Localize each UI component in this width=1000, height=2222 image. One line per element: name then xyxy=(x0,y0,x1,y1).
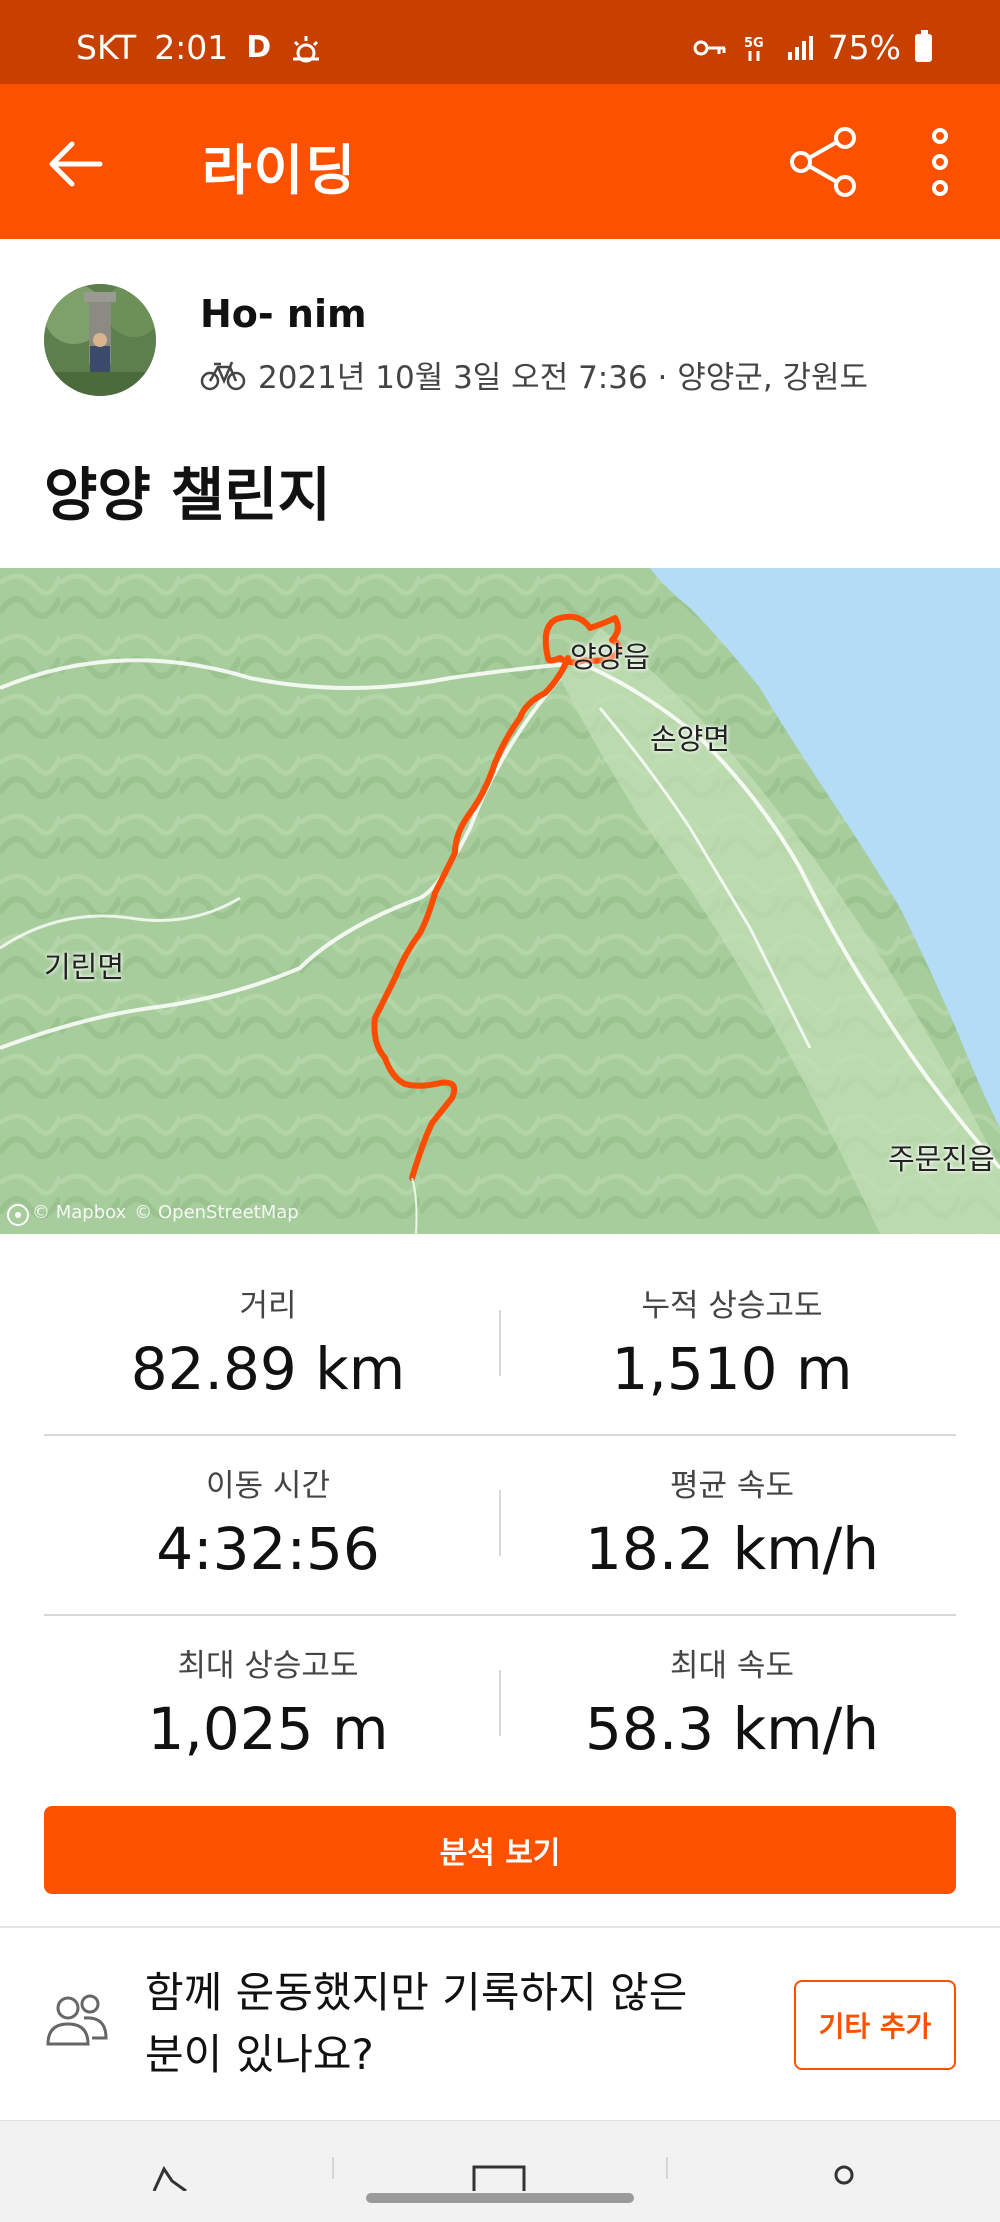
bottom-navigation xyxy=(0,2120,1000,2222)
activity-meta: 2021년 10월 3일 오전 7:36 · 양양군, 강원도 xyxy=(200,352,868,397)
map-label-sonyang: 손양면 xyxy=(650,722,731,756)
key-icon xyxy=(693,40,726,55)
nav-divider xyxy=(332,2157,334,2179)
d-badge: D xyxy=(246,30,272,65)
row-divider xyxy=(44,1614,956,1616)
stat-value: 82.89 km xyxy=(130,1335,406,1403)
athlete-name[interactable]: Ho- nim xyxy=(200,292,367,336)
profile-tab-icon[interactable] xyxy=(820,2163,860,2193)
stat-avg-speed: 평균 속도 18.2 km/h xyxy=(482,1460,982,1583)
stat-value: 1,025 m xyxy=(147,1695,389,1763)
signal-icon xyxy=(787,35,813,60)
prompt-line-2: 분이 있나요? xyxy=(145,2030,374,2079)
more-vertical-icon[interactable] xyxy=(920,124,960,200)
status-bar: SKT 2:01 D 5G 75% xyxy=(0,0,1000,84)
stat-value: 18.2 km/h xyxy=(585,1515,879,1583)
app-bar: 라이딩 xyxy=(0,84,1000,239)
route-map[interactable]: 양양읍 손양면 기린면 주문진읍 xyxy=(0,568,1000,1234)
arrow-left-icon[interactable] xyxy=(40,129,110,199)
5g-icon: 5G xyxy=(744,36,764,61)
map-label-jumunjin: 주문진읍 xyxy=(888,1142,995,1176)
stat-value: 58.3 km/h xyxy=(585,1695,879,1763)
svg-text:5G: 5G xyxy=(744,36,764,51)
stat-label: 거리 xyxy=(239,1288,297,1324)
mapbox-attribution[interactable]: © Mapbox xyxy=(32,1202,126,1223)
stat-moving-time: 이동 시간 4:32:56 xyxy=(18,1460,518,1583)
map-attribution[interactable]: © Mapbox © OpenStreetMap xyxy=(10,1202,299,1223)
avatar[interactable] xyxy=(44,284,156,396)
stat-label: 최대 속도 xyxy=(670,1648,794,1684)
map-label-yangyang: 양양읍 xyxy=(570,640,651,674)
view-analysis-button[interactable]: 분석 보기 xyxy=(44,1806,956,1894)
stat-label: 누적 상승고도 xyxy=(641,1288,823,1324)
record-tab-icon[interactable] xyxy=(472,2165,526,2191)
bicycle-icon xyxy=(200,361,246,390)
add-other-button[interactable]: 기타 추가 xyxy=(794,1980,956,2070)
clock-time: 2:01 xyxy=(154,28,229,67)
stat-label: 이동 시간 xyxy=(206,1468,330,1504)
battery-icon xyxy=(915,29,932,62)
feed-tab-icon[interactable] xyxy=(150,2161,190,2191)
share-icon[interactable] xyxy=(785,124,861,200)
weather-icon xyxy=(293,35,320,62)
carrier-label: SKT xyxy=(76,28,137,67)
activity-title: 양양 챌린지 xyxy=(44,461,331,529)
stat-distance: 거리 82.89 km xyxy=(18,1280,518,1403)
stat-max-speed: 최대 속도 58.3 km/h xyxy=(482,1640,982,1763)
stat-elevation-gain: 누적 상승고도 1,510 m xyxy=(482,1280,982,1403)
nav-divider xyxy=(666,2157,668,2179)
stat-label: 평균 속도 xyxy=(670,1468,794,1504)
page-title: 라이딩 xyxy=(202,139,358,202)
stat-value: 4:32:56 xyxy=(156,1515,380,1583)
home-indicator[interactable] xyxy=(366,2193,634,2203)
osm-attribution[interactable]: © OpenStreetMap xyxy=(134,1202,298,1223)
people-icon xyxy=(46,1994,108,2046)
row-divider xyxy=(44,1434,956,1436)
section-divider xyxy=(0,1926,1000,1928)
stat-max-elevation: 최대 상승고도 1,025 m xyxy=(18,1640,518,1763)
unrecorded-companions-prompt: 함께 운동했지만 기록하지 않은 분이 있나요? xyxy=(145,1962,745,2086)
battery-percent: 75% xyxy=(827,28,901,67)
prompt-line-1: 함께 운동했지만 기록하지 않은 xyxy=(145,1968,688,2017)
stat-label: 최대 상승고도 xyxy=(177,1648,359,1684)
map-label-girin: 기린면 xyxy=(44,950,125,984)
stat-value: 1,510 m xyxy=(611,1335,853,1403)
activity-date-location: 2021년 10월 3일 오전 7:36 · 양양군, 강원도 xyxy=(258,360,869,396)
